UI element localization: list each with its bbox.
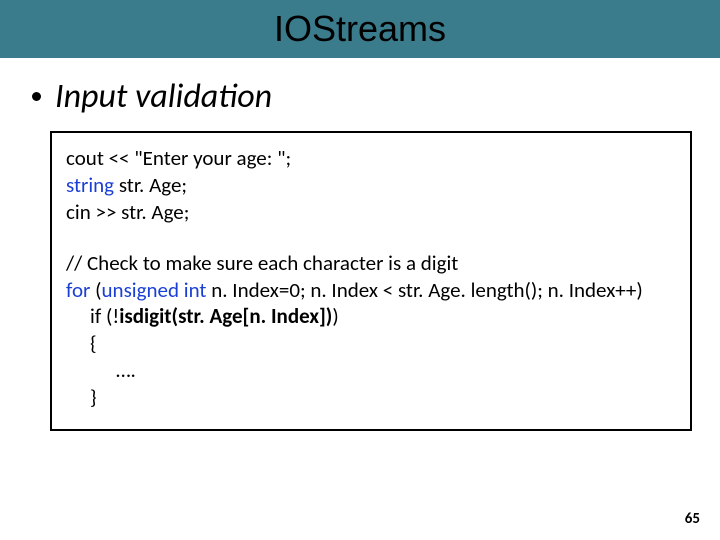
code-text: ) — [332, 303, 338, 329]
blank-line — [66, 226, 676, 250]
bullet-dot-icon — [32, 92, 41, 101]
code-line: { — [66, 330, 676, 357]
code-line: cout << "Enter your age: "; — [66, 145, 676, 172]
code-text: if (! — [90, 303, 119, 329]
code-line: …. — [66, 357, 676, 384]
page-number: 65 — [685, 510, 700, 528]
code-box: cout << "Enter your age: "; string str. … — [50, 131, 692, 431]
keyword: for — [66, 277, 90, 303]
code-text: n. Index=0; n. Index < str. Age. length(… — [206, 277, 642, 303]
code-line: cin >> str. Age; — [66, 199, 676, 226]
code-line: if (!isdigit(str. Age[n. Index])) — [66, 303, 676, 330]
highlight: isdigit(str. Age[n. Index]) — [119, 303, 332, 329]
code-line: for (unsigned int n. Index=0; n. Index <… — [66, 277, 676, 304]
slide-title: IOStreams — [274, 8, 446, 50]
code-text: ( — [90, 277, 101, 303]
bullet-label: Input validation — [55, 76, 272, 117]
code-line: string str. Age; — [66, 172, 676, 199]
title-bar: IOStreams — [0, 0, 720, 58]
bullet-heading: Input validation — [32, 76, 720, 117]
comment-line: // Check to make sure each character is … — [66, 250, 676, 277]
code-text: str. Age; — [114, 172, 187, 198]
keyword: string — [66, 172, 114, 198]
code-line: } — [66, 384, 676, 411]
keyword: unsigned int — [102, 277, 207, 303]
